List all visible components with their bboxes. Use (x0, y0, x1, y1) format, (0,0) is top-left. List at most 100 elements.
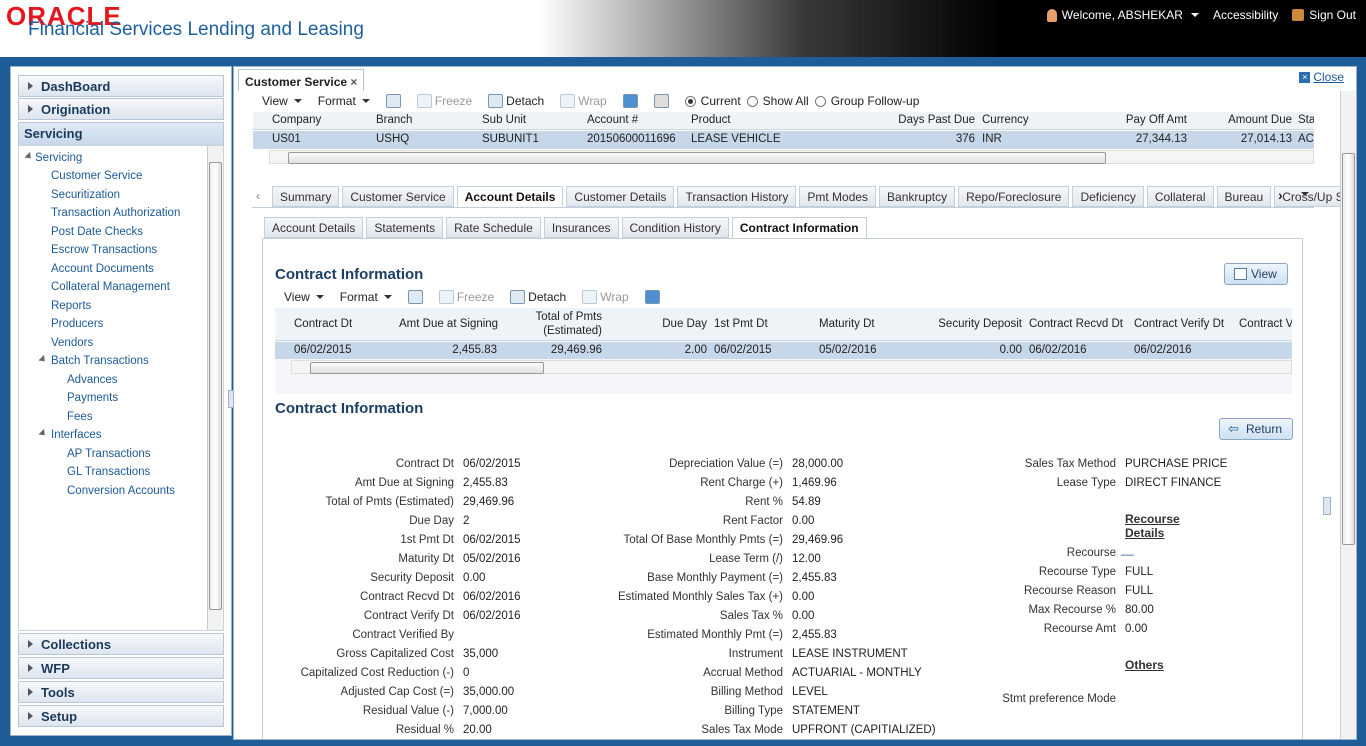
tree-vendors[interactable]: Vendors (51, 337, 93, 349)
col-header[interactable]: Account # (584, 114, 641, 126)
col-header[interactable]: Sub Unit (479, 114, 529, 126)
freeze-button[interactable]: Freeze (411, 94, 478, 108)
contract-hscrollbar[interactable] (291, 360, 1292, 374)
col-header[interactable]: Amount Due (1190, 114, 1295, 126)
col-header[interactable]: Currency (979, 114, 1032, 126)
close-link[interactable]: × Close (1299, 70, 1344, 84)
tree-escrow-transactions[interactable]: Escrow Transactions (51, 244, 157, 256)
nav-tools[interactable]: Tools (18, 681, 224, 703)
refresh-button[interactable] (639, 290, 666, 304)
tree-interfaces[interactable]: Interfaces (51, 429, 102, 441)
view-menu[interactable]: View (278, 290, 330, 304)
main-scrollbar[interactable] (1340, 91, 1356, 739)
detach-button[interactable]: Detach (504, 290, 572, 304)
tree-post-date-checks[interactable]: Post Date Checks (51, 226, 143, 238)
return-button[interactable]: ⇦ Return (1219, 418, 1294, 440)
col-header[interactable]: Company (269, 114, 324, 126)
col-header[interactable]: Pay Off Amt (1085, 114, 1190, 126)
tab-customer-service[interactable]: Customer Service (342, 186, 454, 207)
tab-pmt-modes[interactable]: Pmt Modes (799, 186, 877, 207)
tree-advances[interactable]: Advances (67, 374, 118, 386)
tab-deficiency[interactable]: Deficiency (1072, 186, 1144, 207)
col-header[interactable]: 1st Pmt Dt (711, 318, 771, 330)
col-header[interactable]: Contract Dt (291, 318, 355, 330)
view-menu[interactable]: View (256, 94, 308, 108)
radio-show-all[interactable]: Show All (741, 94, 815, 108)
close-tab-icon[interactable]: × (350, 75, 357, 89)
radio-group-followup[interactable]: Group Follow-up (809, 94, 926, 108)
tab-summary[interactable]: Summary (272, 186, 340, 207)
page-tab[interactable]: Customer Service × (238, 69, 365, 91)
col-header[interactable]: Security Deposit (921, 318, 1025, 330)
scroll-thumb[interactable] (288, 152, 1106, 164)
wrap-button[interactable]: Wrap (576, 290, 634, 304)
subtab-condition-history[interactable]: Condition History (621, 217, 729, 238)
print-button[interactable] (648, 94, 675, 108)
tab-bureau[interactable]: Bureau (1216, 186, 1272, 207)
scroll-thumb[interactable] (310, 362, 544, 374)
nav-dashboard[interactable]: DashBoard (18, 75, 224, 97)
tree-scroll-thumb[interactable] (209, 162, 222, 610)
sign-out-link[interactable]: Sign Out (1292, 8, 1356, 22)
radio-current[interactable]: Current (679, 94, 747, 108)
wrap-button[interactable]: Wrap (554, 94, 612, 108)
tree-batch-transactions[interactable]: Batch Transactions (51, 355, 149, 367)
tabs-scroll-right-icon[interactable]: › (1278, 187, 1283, 203)
tree-servicing[interactable]: Servicing (35, 152, 82, 164)
tabs-menu-icon[interactable] (1301, 192, 1309, 196)
col-header[interactable]: Sta (1295, 114, 1314, 126)
detach-button[interactable]: Detach (482, 94, 550, 108)
col-header[interactable]: Contract Recvd Dt (1026, 318, 1126, 330)
col-header[interactable]: Contract Verify Dt (1131, 318, 1227, 330)
export-button[interactable] (402, 290, 429, 304)
refresh-button[interactable] (617, 94, 644, 108)
tree-gl-transactions[interactable]: GL Transactions (67, 466, 150, 478)
tree-fees[interactable]: Fees (67, 411, 93, 423)
col-header[interactable]: Contract Ve (1236, 318, 1292, 330)
col-header[interactable]: Product (688, 114, 734, 126)
col-header[interactable]: Maturity Dt (816, 318, 878, 330)
tab-repo-foreclosure[interactable]: Repo/Foreclosure (958, 186, 1070, 207)
value-recourse[interactable]: __ (1121, 544, 1134, 556)
tree-ap-transactions[interactable]: AP Transactions (67, 448, 151, 460)
tab-account-details[interactable]: Account Details (456, 186, 564, 207)
freeze-button[interactable]: Freeze (433, 290, 500, 304)
tab-bankruptcy[interactable]: Bankruptcy (879, 186, 956, 207)
nav-wfp[interactable]: WFP (18, 657, 224, 679)
right-collapse-handle[interactable] (1323, 497, 1331, 515)
subtab-insurances[interactable]: Insurances (543, 217, 619, 238)
format-menu[interactable]: Format (334, 290, 398, 304)
main-scroll-thumb[interactable] (1342, 153, 1355, 545)
tree-transaction-authorization[interactable]: Transaction Authorization (51, 207, 180, 219)
nav-servicing[interactable]: Servicing (18, 122, 224, 146)
tabs-scroll-left-icon[interactable]: ‹ (256, 189, 260, 203)
subtab-rate-schedule[interactable]: Rate Schedule (446, 217, 541, 238)
subtab-account-details[interactable]: Account Details (264, 217, 364, 238)
tree-reports[interactable]: Reports (51, 300, 91, 312)
col-header[interactable]: Due Day (606, 318, 710, 330)
tree-producers[interactable]: Producers (51, 318, 103, 330)
col-header[interactable]: Branch (373, 114, 415, 126)
subtab-statements[interactable]: Statements (366, 217, 444, 238)
format-menu[interactable]: Format (312, 94, 376, 108)
tree-collateral-management[interactable]: Collateral Management (51, 281, 170, 293)
tab-customer-details[interactable]: Customer Details (566, 186, 675, 207)
tree-payments[interactable]: Payments (67, 392, 118, 404)
nav-origination[interactable]: Origination (18, 98, 224, 120)
col-header[interactable]: Amt Due at Signing (396, 318, 500, 330)
tab-transaction-history[interactable]: Transaction History (677, 186, 797, 207)
subtab-contract-information[interactable]: Contract Information (731, 217, 867, 238)
view-button[interactable]: View (1224, 263, 1288, 285)
col-header[interactable]: Days Past Due (873, 114, 978, 126)
account-hscrollbar[interactable] (269, 150, 1314, 164)
nav-setup[interactable]: Setup (18, 705, 224, 727)
tab-collateral[interactable]: Collateral (1146, 186, 1214, 207)
nav-collections[interactable]: Collections (18, 633, 224, 655)
welcome-user[interactable]: Welcome, ABSHEKAR (1046, 8, 1199, 22)
tree-account-documents[interactable]: Account Documents (51, 263, 154, 275)
tree-customer-service[interactable]: Customer Service (51, 170, 142, 182)
tree-scrollbar[interactable] (207, 146, 223, 630)
tree-securitization[interactable]: Securitization (51, 189, 120, 201)
tree-conversion-accounts[interactable]: Conversion Accounts (67, 485, 175, 497)
export-button[interactable] (380, 94, 407, 108)
